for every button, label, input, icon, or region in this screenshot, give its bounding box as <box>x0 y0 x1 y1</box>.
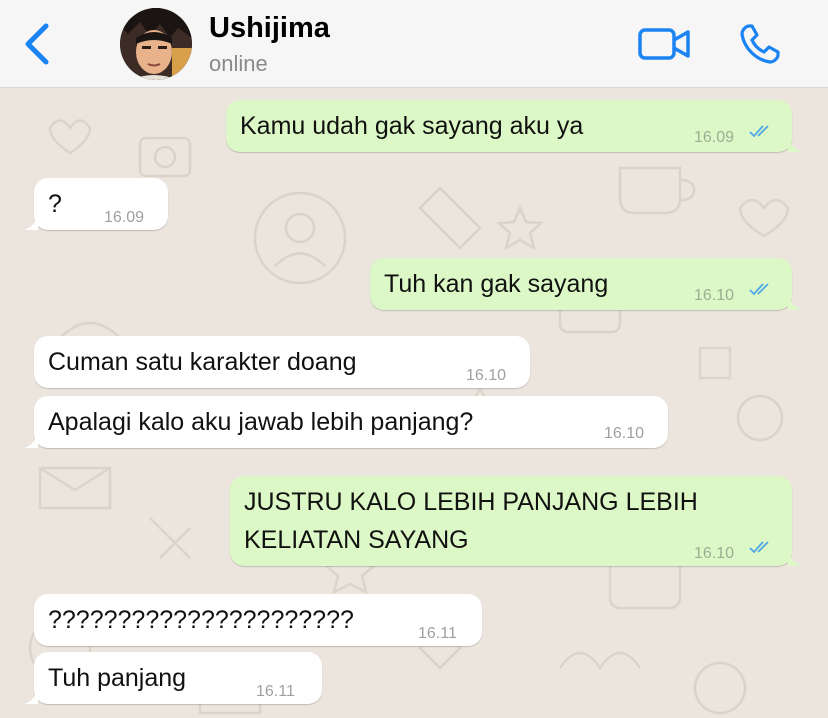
message-time: 16.10 <box>604 425 645 442</box>
contact-name[interactable]: Ushijima <box>209 12 330 45</box>
message-time: 16.11 <box>256 683 295 700</box>
incoming-message[interactable]: Tuh panjang 16.11 <box>24 652 322 704</box>
bubble-tail <box>788 294 802 310</box>
read-receipt-icon <box>749 541 769 554</box>
bubble-tail <box>24 688 38 704</box>
back-button[interactable] <box>20 22 56 66</box>
bubble-tail <box>24 214 38 230</box>
incoming-message[interactable]: Cuman satu karakter doang 16.10 <box>34 336 530 388</box>
message-text: ? <box>48 190 62 218</box>
bubble-tail <box>788 550 802 566</box>
message-time: 16.09 <box>104 209 145 226</box>
phone-icon <box>740 24 780 64</box>
bubble-tail <box>24 432 38 448</box>
message-text: Tuh kan gak sayang <box>384 270 609 298</box>
message-text: Cuman satu karakter doang <box>48 348 357 376</box>
incoming-message[interactable]: ? 16.09 <box>24 178 168 230</box>
message-time: 16.09 <box>694 129 735 146</box>
outgoing-message[interactable]: JUSTRU KALO LEBIH PANJANG LEBIH KELIATAN … <box>230 476 802 566</box>
chat-header: Ushijima online <box>0 0 828 88</box>
contact-status: online <box>209 51 268 76</box>
message-text: ?????????????????????? <box>48 606 354 634</box>
avatar-image <box>120 8 192 80</box>
video-camera-icon <box>638 28 690 60</box>
outgoing-message[interactable]: Tuh kan gak sayang 16.10 <box>370 258 802 310</box>
chevron-left-icon <box>25 23 49 65</box>
message-time: 16.10 <box>694 545 735 562</box>
avatar[interactable] <box>120 8 192 80</box>
voice-call-button[interactable] <box>738 22 782 66</box>
read-receipt-icon <box>749 283 769 296</box>
bubble-tail <box>788 136 802 152</box>
message-text: Kamu udah gak sayang aku ya <box>240 112 584 140</box>
incoming-message[interactable]: Apalagi kalo aku jawab lebih panjang? 16.… <box>24 396 668 448</box>
outgoing-message[interactable]: Kamu udah gak sayang aku ya 16.09 <box>226 100 802 152</box>
message-text: JUSTRU KALO LEBIH PANJANG LEBIH <box>244 488 698 516</box>
read-receipt-icon <box>749 125 769 138</box>
message-text: Apalagi kalo aku jawab lebih panjang? <box>48 408 474 436</box>
message-text: KELIATAN SAYANG <box>244 526 469 554</box>
message-text: Tuh panjang <box>48 664 187 692</box>
message-time: 16.10 <box>466 367 507 384</box>
incoming-message[interactable]: ?????????????????????? 16.11 <box>34 594 482 646</box>
video-call-button[interactable] <box>638 26 692 62</box>
message-time: 16.10 <box>694 287 735 304</box>
message-time: 16.11 <box>418 625 457 642</box>
